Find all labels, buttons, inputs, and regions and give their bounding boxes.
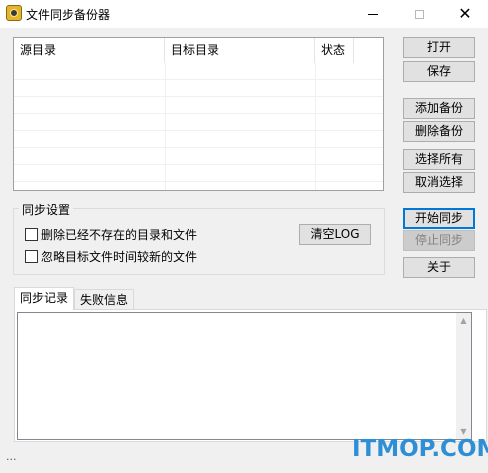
maximize-icon [414,9,424,19]
open-button[interactable]: 打开 [403,37,475,58]
stop-sync-button[interactable]: 停止同步 [403,230,475,251]
close-icon: ✕ [458,4,472,23]
delete-missing-checkbox[interactable] [25,228,38,241]
column-target-dir[interactable]: 目标目录 [165,38,315,63]
clear-log-button[interactable]: 清空LOG [299,224,371,245]
sync-settings-label: 同步设置 [19,201,74,218]
sync-log-textarea[interactable] [17,312,472,440]
tab-sync-log[interactable]: 同步记录 [14,287,74,310]
minimize-button[interactable] [350,0,396,28]
scroll-up-icon[interactable]: ▲ [456,313,471,328]
delete-backup-button[interactable]: 删除备份 [403,121,475,142]
list-row[interactable] [14,131,383,148]
close-button[interactable]: ✕ [442,0,488,28]
list-row[interactable] [14,80,383,97]
tab-failure-info[interactable]: 失败信息 [74,289,134,310]
watermark-logo: ITMOP.COM [352,436,488,462]
list-row[interactable] [14,165,383,182]
app-icon [6,5,22,21]
add-backup-button[interactable]: 添加备份 [403,98,475,119]
about-button[interactable]: 关于 [403,257,475,278]
ignore-newer-label[interactable]: 忽略目标文件时间较新的文件 [41,248,197,265]
save-button[interactable]: 保存 [403,61,475,82]
column-source-dir[interactable]: 源目录 [14,38,165,63]
status-text: ... [6,450,17,463]
start-sync-button[interactable]: 开始同步 [403,208,475,229]
minimize-icon [368,13,378,15]
column-status[interactable]: 状态 [315,38,354,63]
maximize-button[interactable] [396,0,442,28]
list-row[interactable] [14,148,383,165]
list-row[interactable] [14,114,383,131]
delete-missing-label[interactable]: 删除已经不存在的目录和文件 [41,226,197,243]
backup-list[interactable]: 源目录 目标目录 状态 [13,37,384,191]
list-header: 源目录 目标目录 状态 [14,38,383,63]
window-title: 文件同步备份器 [26,8,111,22]
log-scrollbar[interactable]: ▲ ▼ [456,313,471,439]
list-row[interactable] [14,97,383,114]
list-row[interactable] [14,63,383,80]
deselect-button[interactable]: 取消选择 [403,172,475,193]
ignore-newer-checkbox[interactable] [25,250,38,263]
select-all-button[interactable]: 选择所有 [403,149,475,170]
